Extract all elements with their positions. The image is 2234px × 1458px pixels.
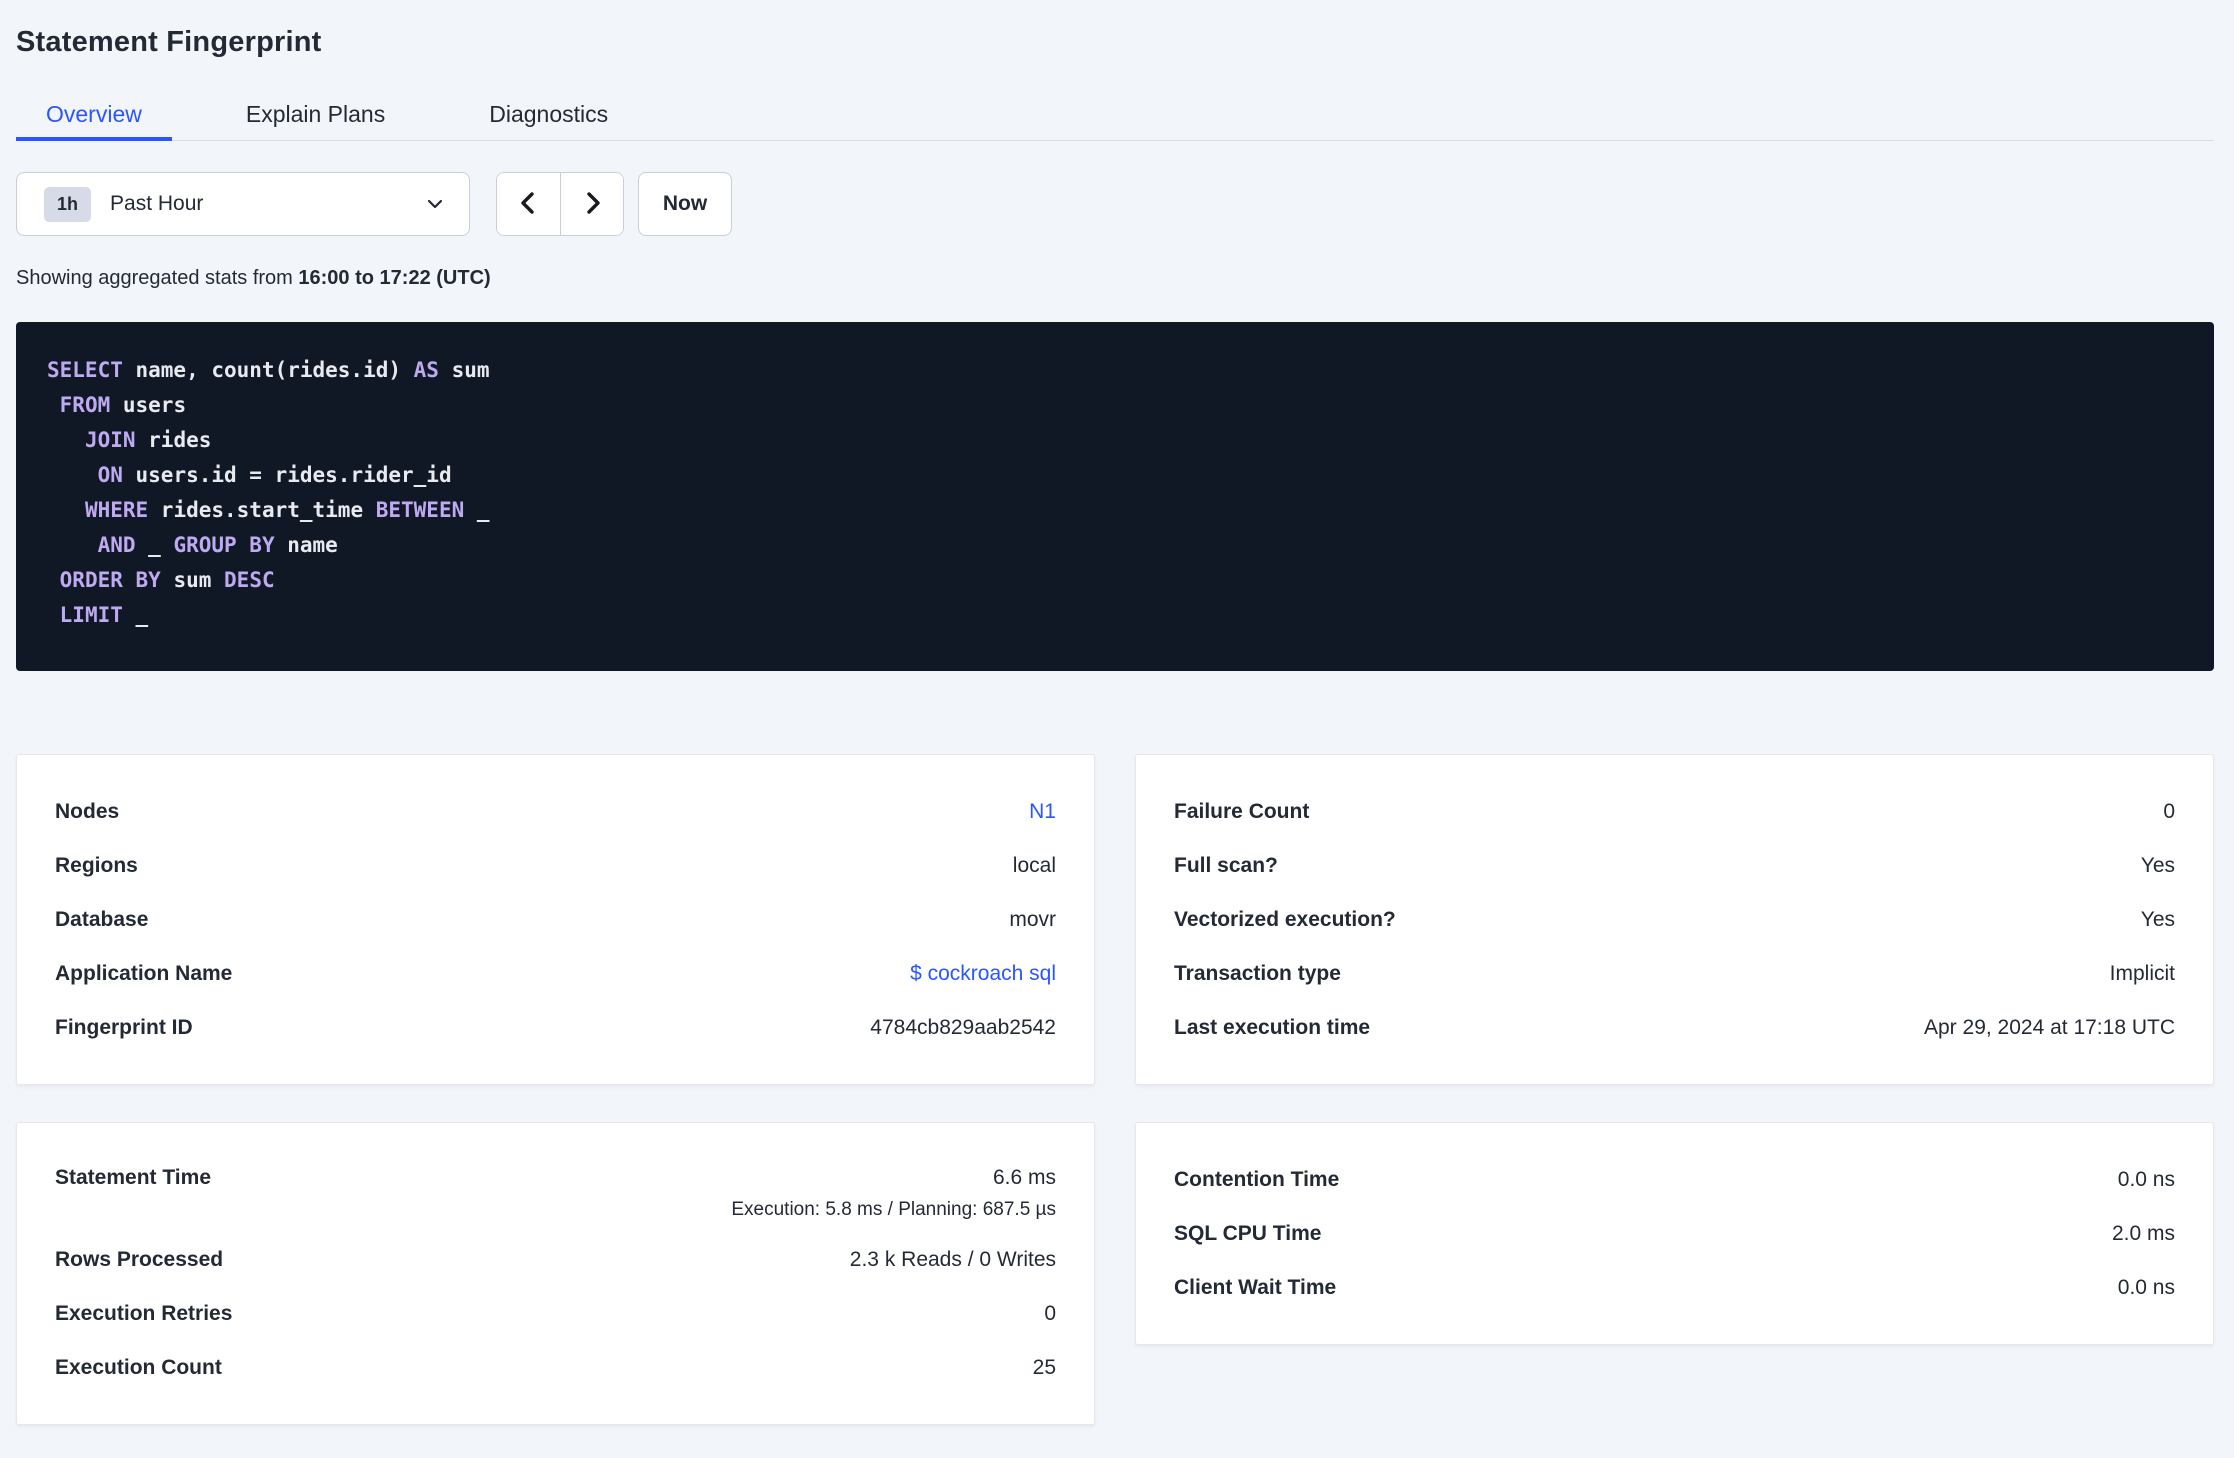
row-value: local (1012, 854, 1056, 877)
sql-line: ON users.id = rides.rider_id (97, 463, 452, 487)
row-fingerprint-id: Fingerprint ID 4784cb829aab2542 (55, 1001, 1056, 1055)
row-contention-time: Contention Time 0.0 ns (1174, 1153, 2175, 1207)
row-value: Yes (2140, 908, 2175, 931)
row-label: Vectorized execution? (1174, 908, 1396, 931)
row-execution-retries: Execution Retries 0 (55, 1287, 1056, 1341)
row-value: 2.3 k Reads / 0 Writes (849, 1248, 1056, 1271)
row-value: 6.6 ms (992, 1166, 1056, 1189)
details-cards: Nodes N1 Regions local Database movr Applicati… (16, 754, 2214, 1085)
row-last-execution-time: Last execution time Apr 29, 2024 at 17:18… (1174, 1001, 2175, 1055)
row-execution-count: Execution Count 25 (55, 1341, 1056, 1395)
row-label: Rows Processed (55, 1248, 224, 1271)
tab-diagnostics[interactable]: Diagnostics (459, 91, 638, 141)
time-range-dropdown[interactable]: 1h Past Hour (16, 172, 470, 236)
row-statement-time: Statement Time 6.6 ms Execution: 5.8 ms / … (55, 1153, 1056, 1233)
nodes-link[interactable]: N1 (1029, 800, 1056, 824)
stats-line-range: 16:00 to 17:22 (UTC) (298, 267, 491, 289)
sql-line: ORDER BY sum DESC (59, 568, 275, 592)
row-full-scan: Full scan? Yes (1174, 839, 2175, 893)
sql-line: LIMIT _ (59, 603, 149, 627)
chevron-right-icon (579, 190, 605, 219)
now-button[interactable]: Now (638, 172, 732, 236)
time-controls: 1h Past Hour Now (16, 172, 2214, 236)
row-failure-count: Failure Count 0 (1174, 785, 2175, 839)
row-label: Execution Retries (55, 1302, 233, 1325)
row-value: 25 (1032, 1356, 1056, 1379)
value-subtext: Execution: 5.8 ms / Planning: 687.5 µs (731, 1199, 1056, 1220)
row-database: Database movr (55, 893, 1056, 947)
tab-overview[interactable]: Overview (16, 91, 172, 141)
row-application-name: Application Name $ cockroach sql (55, 947, 1056, 1001)
tab-explain-plans[interactable]: Explain Plans (216, 91, 415, 141)
prev-range-button[interactable] (497, 173, 560, 235)
timing-cards: Statement Time 6.6 ms Execution: 5.8 ms / … (16, 1122, 2214, 1425)
statement-details-card: Nodes N1 Regions local Database movr Applicati… (16, 754, 1095, 1085)
sql-line: WHERE rides.start_time BETWEEN _ (84, 498, 490, 522)
next-range-button[interactable] (560, 173, 623, 235)
row-value: 4784cb829aab2542 (870, 1016, 1056, 1039)
execution-attributes-card: Failure Count 0 Full scan? Yes Vectorized ex… (1135, 754, 2214, 1085)
chevron-down-icon (425, 194, 445, 214)
row-value: Yes (2140, 854, 2175, 877)
aggregated-stats-line: Showing aggregated stats from 16:00 to 1… (16, 267, 2214, 290)
row-value: 0 (2163, 800, 2175, 823)
row-label: Client Wait Time (1174, 1276, 1337, 1299)
row-client-wait-time: Client Wait Time 0.0 ns (1174, 1261, 2175, 1315)
time-step-buttons (496, 172, 624, 236)
row-value: 0.0 ns (2117, 1168, 2175, 1191)
row-label: Full scan? (1174, 854, 1278, 877)
row-label: SQL CPU Time (1174, 1222, 1322, 1245)
row-label: Failure Count (1174, 800, 1310, 823)
sql-line: JOIN rides (84, 428, 212, 452)
row-label: Fingerprint ID (55, 1016, 193, 1039)
row-label: Database (55, 908, 149, 931)
sql-line: FROM users (59, 393, 187, 417)
sql-line: AND _ GROUP BY name (97, 533, 338, 557)
row-label: Last execution time (1174, 1016, 1371, 1039)
row-value: movr (1009, 908, 1056, 931)
row-value: 2.0 ms (2111, 1222, 2175, 1245)
row-label: Execution Count (55, 1356, 222, 1379)
sql-statement: SELECT name, count(rides.id) AS sum FROM… (16, 322, 2214, 671)
statement-fingerprint-page: Statement Fingerprint Overview Explain Pl… (0, 26, 2234, 1425)
application-name-link[interactable]: $ cockroach sql (910, 962, 1056, 986)
sql-line: SELECT name, count(rides.id) AS sum (47, 358, 490, 382)
row-label: Application Name (55, 962, 233, 985)
time-range-badge: 1h (44, 186, 92, 222)
time-range-label: Past Hour (110, 192, 204, 215)
wait-timing-card: Contention Time 0.0 ns SQL CPU Time 2.0 ms C… (1135, 1122, 2214, 1345)
row-label: Regions (55, 854, 138, 877)
row-transaction-type: Transaction type Implicit (1174, 947, 2175, 1001)
tab-bar: Overview Explain Plans Diagnostics (16, 91, 2214, 141)
row-value: 0.0 ns (2117, 1276, 2175, 1299)
row-value: 0 (1044, 1302, 1056, 1325)
row-label: Transaction type (1174, 962, 1341, 985)
row-rows-processed: Rows Processed 2.3 k Reads / 0 Writes (55, 1233, 1056, 1287)
row-regions: Regions local (55, 839, 1056, 893)
row-label: Statement Time (55, 1166, 211, 1189)
row-nodes: Nodes N1 (55, 785, 1056, 839)
row-label: Contention Time (1174, 1168, 1340, 1191)
row-vectorized-execution: Vectorized execution? Yes (1174, 893, 2175, 947)
row-sql-cpu-time: SQL CPU Time 2.0 ms (1174, 1207, 2175, 1261)
row-value: Implicit (2109, 962, 2175, 985)
value-stack: 6.6 ms Execution: 5.8 ms / Planning: 687.… (731, 1166, 1056, 1221)
stats-line-prefix: Showing aggregated stats from (16, 267, 299, 289)
row-label: Nodes (55, 800, 120, 823)
row-value: Apr 29, 2024 at 17:18 UTC (1924, 1016, 2175, 1039)
statement-timing-card: Statement Time 6.6 ms Execution: 5.8 ms / … (16, 1122, 1095, 1425)
chevron-left-icon (516, 190, 542, 219)
page-title: Statement Fingerprint (16, 26, 322, 58)
